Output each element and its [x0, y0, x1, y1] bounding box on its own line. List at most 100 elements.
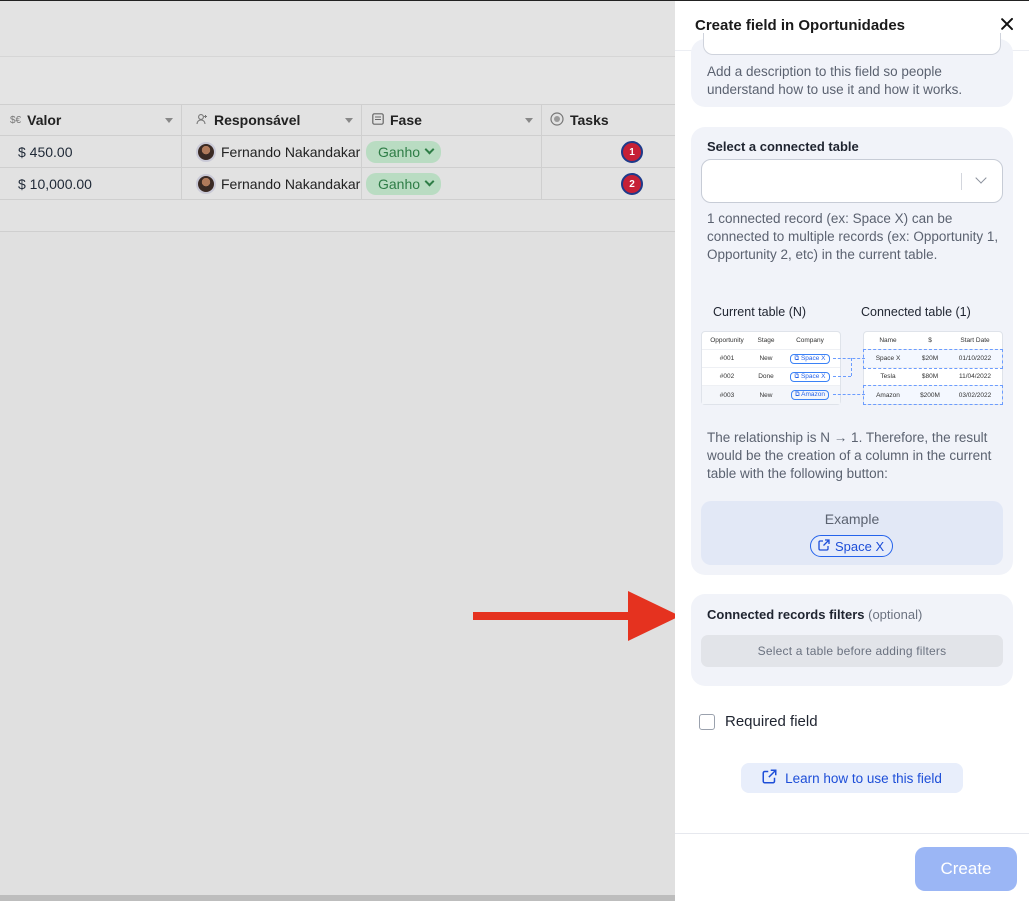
- diagram-connected-table: Name $ Start Date Space X $20M 01/10/202…: [863, 331, 1003, 405]
- column-header-tasks[interactable]: Tasks: [542, 105, 675, 135]
- diagram-row: #001 New ⧉ Space X: [702, 350, 840, 368]
- diagram-link-chip: ⧉ Amazon: [791, 390, 829, 400]
- create-field-panel: Create field in Oportunidades Add a desc…: [675, 0, 1029, 901]
- column-header-valor[interactable]: $€ Valor: [0, 105, 182, 135]
- diagram-link-label: Space X: [800, 354, 826, 362]
- learn-how-button[interactable]: Learn how to use this field: [741, 763, 963, 793]
- filters-label-text: Connected records filters: [707, 607, 865, 622]
- chevron-down-icon: [424, 144, 435, 155]
- caret-down-icon[interactable]: [345, 118, 353, 123]
- cell-valor[interactable]: $ 10,000.00: [0, 168, 182, 199]
- currency-icon: $€: [10, 114, 22, 126]
- horizontal-scrollbar[interactable]: [0, 895, 675, 901]
- diagram-cell: #001: [719, 355, 735, 362]
- column-header-label: Valor: [27, 112, 62, 128]
- diagram-cell: ⧉ Space X: [780, 353, 840, 364]
- add-row-area[interactable]: [0, 200, 675, 232]
- relationship-diagram: Current table (N) Connected table (1) Op…: [701, 305, 1003, 407]
- divider: [961, 173, 962, 190]
- chevron-down-icon[interactable]: [975, 172, 987, 184]
- filters-label: Connected records filters (optional): [707, 607, 922, 622]
- cell-fase[interactable]: Ganho: [362, 136, 542, 167]
- diagram-cell: #002: [719, 373, 735, 380]
- cell-tasks[interactable]: 1: [542, 136, 675, 167]
- person-name: Fernando Nakandakari: [221, 175, 362, 192]
- caret-down-icon[interactable]: [165, 118, 173, 123]
- external-link-icon: [818, 538, 830, 554]
- column-header-responsavel[interactable]: Responsável: [182, 105, 362, 135]
- select-field-icon: [372, 112, 384, 128]
- table-row[interactable]: $ 10,000.00 Fernando Nakandakari Ganho 2: [0, 168, 675, 200]
- panel-title: Create field in Oportunidades: [695, 17, 906, 34]
- description-field[interactable]: [703, 33, 1001, 55]
- diagram-cell: Start Date: [960, 337, 990, 344]
- avatar: [196, 173, 216, 194]
- diagram-current-caption: Current table (N): [713, 305, 807, 319]
- diagram-cell: New: [759, 355, 773, 362]
- cell-responsavel[interactable]: Fernando Nakandakari: [182, 168, 362, 199]
- diagram-cell: $80M: [921, 373, 939, 380]
- description-section: Add a description to this field so peopl…: [691, 33, 1013, 107]
- annotation-arrow-icon: [628, 591, 680, 641]
- diagram-connector: [833, 394, 865, 395]
- app-toolbar: [0, 0, 675, 56]
- stage-label: Ganho: [378, 175, 421, 192]
- close-icon[interactable]: [997, 15, 1017, 35]
- diagram-cell: Stage: [757, 337, 775, 344]
- divider: [675, 833, 1029, 834]
- cell-text: $ 10,000.00: [18, 175, 92, 192]
- diagram-link-chip: ⧉ Space X: [790, 371, 830, 382]
- add-filters-button[interactable]: Select a table before adding filters: [701, 635, 1003, 667]
- diagram-cell: Space X: [875, 355, 901, 362]
- cell-fase[interactable]: Ganho: [362, 168, 542, 199]
- chevron-down-icon: [424, 176, 435, 187]
- diagram-connector: [851, 358, 852, 376]
- table-row[interactable]: $ 450.00 Fernando Nakandakari Ganho 1: [0, 136, 675, 168]
- stage-pill[interactable]: Ganho: [366, 140, 442, 163]
- diagram-cell: Done: [758, 373, 774, 380]
- annotation-arrow-shaft: [473, 612, 633, 620]
- filters-section: Connected records filters (optional) Sel…: [691, 594, 1013, 686]
- connected-table-help: 1 connected record (ex: Space X) can be …: [707, 211, 999, 262]
- create-button[interactable]: Create: [915, 847, 1017, 891]
- diagram-cell: 11/04/2022: [958, 373, 992, 380]
- diagram-link-chip: ⧉ Space X: [790, 353, 830, 364]
- diagram-cell: ⧉ Amazon: [780, 390, 840, 400]
- external-link-icon: [762, 769, 777, 787]
- stage-label: Ganho: [378, 143, 421, 160]
- connected-table-label: Select a connected table: [707, 139, 859, 154]
- diagram-row: #002 Done ⧉ Space X: [702, 368, 840, 386]
- avatar: [196, 141, 216, 162]
- optional-tag: (optional): [868, 607, 923, 622]
- diagram-link-label: Space X: [800, 372, 826, 380]
- cell-tasks[interactable]: 2: [542, 168, 675, 199]
- diagram-cell: $: [928, 337, 932, 344]
- example-box: Example Space X: [701, 501, 1003, 565]
- diagram-cell: Amazon: [876, 391, 900, 399]
- diagram-header-row: Opportunity Stage Company: [702, 332, 840, 350]
- data-grid: $€ Valor Responsável Fase Tasks $ 450.00: [0, 104, 675, 200]
- diagram-cell: ⧉ Space X: [780, 371, 840, 382]
- diagram-cell: Company: [796, 337, 824, 344]
- diagram-cell: New: [759, 391, 773, 399]
- person-name: Fernando Nakandakari: [221, 143, 362, 160]
- diagram-header-row: Name $ Start Date: [864, 332, 1002, 350]
- diagram-cell: Name: [879, 337, 897, 344]
- caret-down-icon[interactable]: [525, 118, 533, 123]
- connected-table-select[interactable]: [701, 159, 1003, 203]
- column-header-label: Tasks: [570, 112, 609, 128]
- tasks-count-badge[interactable]: 2: [621, 173, 643, 195]
- stage-pill[interactable]: Ganho: [366, 172, 442, 195]
- diagram-row: Tesla $80M 11/04/2022: [864, 368, 1002, 386]
- cell-valor[interactable]: $ 450.00: [0, 136, 182, 167]
- example-link-button: Space X: [810, 535, 894, 557]
- tasks-count-badge[interactable]: 1: [621, 141, 643, 163]
- required-checkbox[interactable]: [699, 713, 715, 730]
- diagram-cell: 03/02/2022: [958, 391, 992, 399]
- diagram-row: Space X $20M 01/10/2022: [863, 349, 1003, 369]
- cell-text: $ 450.00: [18, 143, 73, 160]
- description-help: Add a description to this field so peopl…: [707, 64, 963, 97]
- cell-responsavel[interactable]: Fernando Nakandakari: [182, 136, 362, 167]
- column-header-fase[interactable]: Fase: [362, 105, 542, 135]
- required-field-row[interactable]: Required field: [699, 713, 818, 730]
